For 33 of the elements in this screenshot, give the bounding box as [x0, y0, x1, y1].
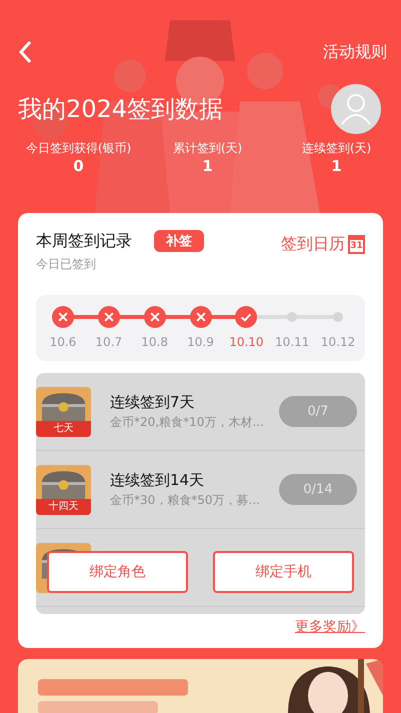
day-label: 10.8: [141, 335, 168, 349]
more-rewards-link[interactable]: 更多奖励》: [295, 618, 365, 636]
reward-title: 连续签到14天: [110, 470, 206, 490]
stat-value: 1: [202, 157, 213, 175]
reward-description: 金币*20,粮食*10万，木材...: [110, 414, 265, 430]
page-title: 我的2024签到数据: [18, 94, 224, 125]
day-label: 10.11: [275, 335, 310, 349]
bind-button[interactable]: 绑定角色: [47, 551, 188, 593]
reward-description: 金币*30，粮食*50万，募...: [110, 492, 261, 508]
calendar-link[interactable]: 签到日历: [281, 234, 345, 255]
rules-link[interactable]: 活动规则: [323, 42, 387, 62]
status-text: 今日已签到: [36, 256, 97, 273]
back-icon[interactable]: [18, 40, 32, 64]
day-label: 10.12: [320, 335, 356, 349]
progress-pill: 0/14: [279, 474, 357, 505]
day-label: 10.10: [229, 335, 264, 349]
avatar-icon: [331, 84, 381, 134]
day-label: 10.6: [50, 335, 76, 349]
reward-title: 连续签到7天: [110, 392, 196, 412]
stat-value: 0: [73, 157, 84, 175]
makeup-button[interactable]: 补签: [154, 230, 204, 252]
chest-icon: 七天: [36, 386, 91, 436]
stat-label: 累计签到(天): [172, 140, 242, 157]
calendar-icon[interactable]: 31: [348, 235, 365, 254]
bind-button[interactable]: 绑定手机: [213, 551, 354, 593]
section-title: 本周签到记录: [36, 230, 132, 252]
stat-value: 1: [331, 157, 342, 175]
day-label: 10.7: [95, 335, 122, 349]
chest-icon: 十四天: [36, 464, 91, 514]
stat-label: 连续签到(天): [302, 140, 372, 157]
stat-label: 今日签到获得(银币): [26, 140, 132, 157]
day-label: 10.9: [187, 335, 214, 349]
progress-pill: 0/7: [279, 396, 357, 427]
